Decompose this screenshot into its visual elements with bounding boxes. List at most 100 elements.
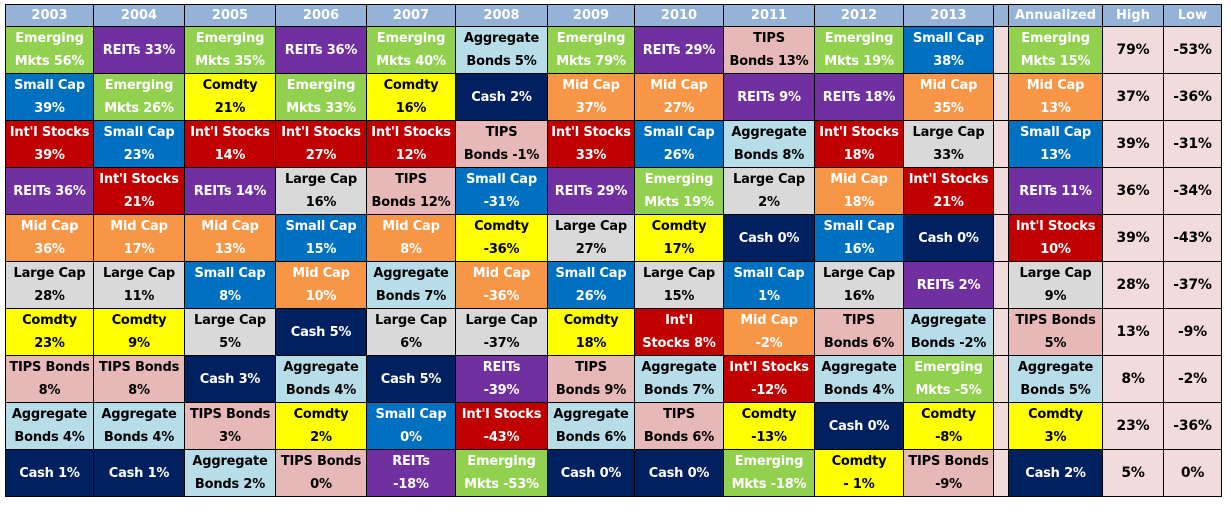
return-cell: Cash 5% xyxy=(275,308,367,356)
return-label: Large Cap 11% xyxy=(103,266,175,304)
return-cell: REITs 2% xyxy=(903,261,994,309)
return-cell: Small Cap 15% xyxy=(275,214,367,262)
return-label: Aggregate Bonds 2% xyxy=(192,454,268,492)
annualized-cell: Emerging Mkts 15% xyxy=(1008,26,1103,74)
low-cell: -37% xyxy=(1163,261,1222,309)
high-cell: 23% xyxy=(1102,402,1164,450)
return-cell: Mid Cap 27% xyxy=(634,73,724,121)
return-cell: Cash 0% xyxy=(547,449,635,497)
return-cell: REITs -39% xyxy=(455,355,548,403)
return-label: Small Cap 15% xyxy=(285,219,357,257)
return-label: Mid Cap 10% xyxy=(292,266,350,304)
return-label: Large Cap 28% xyxy=(13,266,86,304)
year-header-2005: 2005 xyxy=(184,4,276,27)
return-cell: Cash 3% xyxy=(184,355,276,403)
high-cell: 28% xyxy=(1102,261,1164,309)
return-label: Large Cap 16% xyxy=(823,266,895,304)
spacer-cell xyxy=(993,402,1009,450)
rank-row: Int'l Stocks 39% Small Cap 23% Int'l Stock… xyxy=(5,120,1222,168)
return-cell: Large Cap 15% xyxy=(634,261,724,309)
low-cell: -36% xyxy=(1163,73,1222,121)
annualized-cell: Aggregate Bonds 5% xyxy=(1008,355,1103,403)
header-row: 2003 2004 2005 2006 2007 2008 2009 2010 2011 2012… xyxy=(5,4,1222,27)
return-label: Small Cap 0% xyxy=(375,407,447,445)
return-cell: Comdty 18% xyxy=(547,308,635,356)
rank-row: TIPS Bonds 8% TIPS Bonds 8% Cash 3% Aggrega… xyxy=(5,355,1222,403)
return-cell: Cash 2% xyxy=(455,73,548,121)
rank-row: Aggregate Bonds 4% Aggregate Bonds 4% TIPS… xyxy=(5,402,1222,450)
return-cell: REITs 36% xyxy=(275,26,367,74)
return-cell: Mid Cap 37% xyxy=(547,73,635,121)
return-label: Emerging Mkts 40% xyxy=(376,31,446,69)
return-cell: Cash 0% xyxy=(903,214,994,262)
annualized-cell: Large Cap 9% xyxy=(1008,261,1103,309)
return-label: Comdty -8% xyxy=(921,407,976,445)
rank-row: Emerging Mkts 56% REITs 33% Emerging Mkts … xyxy=(5,26,1222,74)
spacer-column xyxy=(993,4,1009,27)
return-cell: Comdty 17% xyxy=(634,214,724,262)
return-label: Comdty 9% xyxy=(111,313,167,351)
return-cell: Comdty 23% xyxy=(5,308,94,356)
return-label: Aggregate Bonds 6% xyxy=(553,407,629,445)
return-cell: Small Cap 23% xyxy=(93,120,185,168)
return-cell: Aggregate Bonds 4% xyxy=(275,355,367,403)
return-label: Mid Cap 18% xyxy=(830,172,888,210)
return-cell: Small Cap 8% xyxy=(184,261,276,309)
return-cell: REITs -18% xyxy=(366,449,456,497)
return-label: Large Cap 2% xyxy=(733,172,805,210)
return-label: TIPS Bonds 8% xyxy=(9,360,90,398)
return-cell: Emerging Mkts -53% xyxy=(455,449,548,497)
return-cell: TIPS Bonds 6% xyxy=(634,402,724,450)
year-header-2013: 2013 xyxy=(903,4,994,27)
return-label: Aggregate Bonds -2% xyxy=(910,313,987,351)
low-cell: -2% xyxy=(1163,355,1222,403)
return-label: Int'l Stocks 33% xyxy=(551,125,631,163)
return-cell: Int'l Stocks -43% xyxy=(455,402,548,450)
return-label: Comdty 18% xyxy=(563,313,619,351)
return-label: Comdty - 1% xyxy=(831,454,887,492)
return-cell: Emerging Mkts -5% xyxy=(903,355,994,403)
return-cell: Int'l Stocks 21% xyxy=(903,167,994,215)
return-label: Emerging Mkts 56% xyxy=(14,31,85,69)
return-cell: Int'l Stocks 21% xyxy=(93,167,185,215)
return-cell: REITs 29% xyxy=(634,26,724,74)
high-cell: 39% xyxy=(1102,214,1164,262)
return-cell: Mid Cap -2% xyxy=(723,308,815,356)
return-label: Small Cap 1% xyxy=(733,266,805,304)
year-header-2009: 2009 xyxy=(547,4,635,27)
rank-row: Large Cap 28% Large Cap 11% Small Cap 8% Mi… xyxy=(5,261,1222,309)
year-header-2007: 2007 xyxy=(366,4,456,27)
return-label: Cash 0% xyxy=(648,465,710,481)
year-header-2012: 2012 xyxy=(814,4,904,27)
return-cell: Cash 0% xyxy=(723,214,815,262)
return-label: Mid Cap 27% xyxy=(650,78,708,116)
spacer-cell xyxy=(993,355,1009,403)
return-cell: Comdty 16% xyxy=(366,73,456,121)
return-label: REITs 14% xyxy=(193,183,267,199)
return-cell: REITs 36% xyxy=(5,167,94,215)
return-label: REITs 2% xyxy=(916,277,981,293)
return-cell: Mid Cap 35% xyxy=(903,73,994,121)
high-cell: 37% xyxy=(1102,73,1164,121)
return-label: REITs 18% xyxy=(822,89,896,105)
return-cell: Small Cap 26% xyxy=(634,120,724,168)
return-cell: Cash 5% xyxy=(366,355,456,403)
return-label: Cash 5% xyxy=(290,324,352,340)
return-label: REITs 9% xyxy=(737,89,801,105)
return-label: REITs 29% xyxy=(642,42,716,58)
return-label: Aggregate Bonds 7% xyxy=(641,360,717,398)
return-label: Int'l Stocks 21% xyxy=(908,172,989,210)
low-cell: -53% xyxy=(1163,26,1222,74)
return-label: Int'l Stocks 12% xyxy=(371,125,451,163)
return-label: TIPS Bonds 5% xyxy=(1015,313,1096,351)
return-cell: Mid Cap 8% xyxy=(366,214,456,262)
high-cell: 5% xyxy=(1102,449,1164,497)
return-label: REITs -39% xyxy=(482,360,521,398)
return-label: REITs 29% xyxy=(554,183,628,199)
return-label: Mid Cap 35% xyxy=(919,78,978,116)
year-header-2008: 2008 xyxy=(455,4,548,27)
return-label: Int'l Stocks -43% xyxy=(461,407,542,445)
return-cell: Int'l Stocks 39% xyxy=(5,120,94,168)
return-label: Int'l Stocks 39% xyxy=(9,125,90,163)
return-cell: Emerging Mkts 56% xyxy=(5,26,94,74)
